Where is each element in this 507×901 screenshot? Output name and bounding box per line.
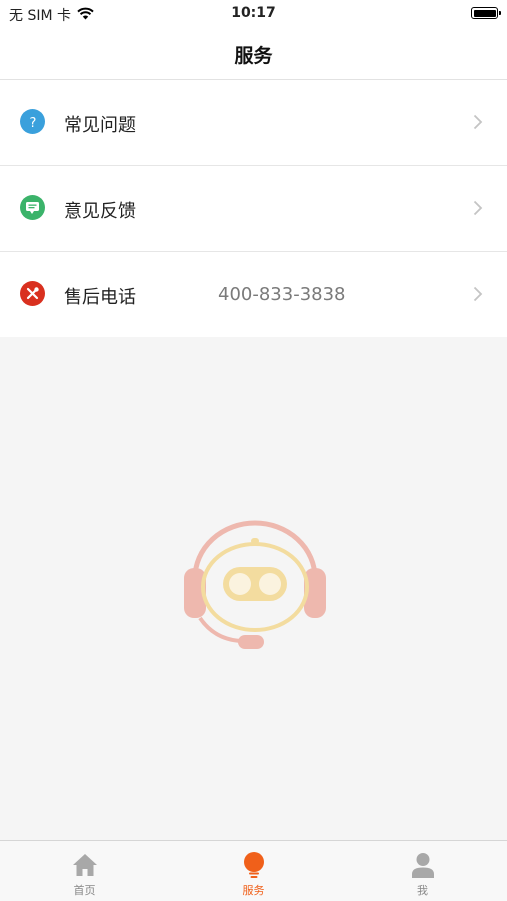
menu-label: 意见反馈 <box>64 201 136 222</box>
menu-label: 常见问题 <box>64 115 136 136</box>
tab-me[interactable]: 我 <box>338 841 507 901</box>
tab-label: 服务 <box>242 884 265 897</box>
menu-item-feedback[interactable]: 意见反馈 <box>0 166 507 252</box>
menu-label: 售后电话 <box>64 287 136 308</box>
service-menu: ? 常见问题 意见反馈 售后电话 400-833-3838 <box>0 80 507 337</box>
chevron-right-icon <box>473 200 483 216</box>
battery-icon <box>471 7 501 19</box>
menu-item-faq[interactable]: ? 常见问题 <box>0 80 507 166</box>
chevron-right-icon <box>473 114 483 130</box>
home-icon <box>73 854 97 876</box>
tab-home[interactable]: 首页 <box>0 841 169 901</box>
customer-service-robot-icon <box>184 520 326 649</box>
navigation-bar: 服务 <box>0 28 507 80</box>
tab-label: 首页 <box>73 884 96 897</box>
feedback-icon <box>20 195 45 220</box>
status-time: 10:17 <box>231 5 276 21</box>
lightbulb-icon <box>244 852 264 878</box>
page-title: 服务 <box>234 45 273 67</box>
battery-level <box>473 9 496 17</box>
svg-text:?: ? <box>29 116 36 129</box>
chevron-right-icon <box>473 286 483 302</box>
tab-service[interactable]: 服务 <box>169 841 338 901</box>
phone-number[interactable]: 400-833-3838 <box>218 284 346 305</box>
menu-item-aftersales-phone[interactable]: 售后电话 400-833-3838 <box>0 252 507 337</box>
tab-label: 我 <box>417 884 428 897</box>
question-icon: ? <box>20 109 45 134</box>
status-bar: 无 SIM 卡 10:17 <box>0 0 507 28</box>
wrench-icon <box>20 281 45 306</box>
person-icon <box>412 853 434 878</box>
tab-bar: 首页 服务 我 <box>0 840 507 901</box>
